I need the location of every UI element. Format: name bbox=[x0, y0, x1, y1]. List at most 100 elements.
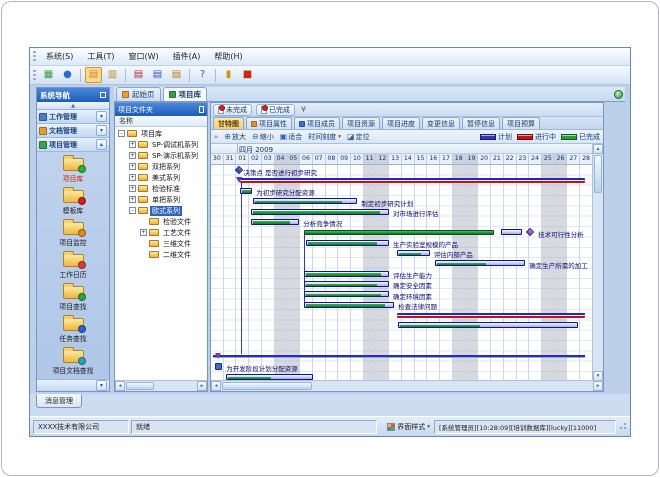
sidebar-section-document[interactable]: 文档管理▾ bbox=[37, 124, 109, 138]
gantt-vscrollbar[interactable]: ▴ ▾ bbox=[592, 144, 603, 381]
gantt-summary-thin-bar[interactable] bbox=[213, 355, 585, 358]
gantt-active-bar[interactable] bbox=[397, 313, 585, 318]
sidebar-bottom-bar[interactable]: ▾ bbox=[37, 379, 109, 391]
tree-item-9[interactable]: 检验文件 bbox=[115, 216, 207, 227]
sidebar-item-project-search[interactable]: 项目查找 bbox=[37, 283, 109, 315]
chevron-up-icon[interactable]: ▴ bbox=[96, 139, 107, 150]
collapse-icon[interactable]: - bbox=[118, 130, 125, 137]
sidebar-item-project-doc-search[interactable]: 项目文档查找 bbox=[37, 347, 109, 379]
tree-item-8[interactable]: -欧式系列 bbox=[115, 205, 207, 216]
tree-column-header[interactable]: 名称 bbox=[115, 116, 207, 127]
gantt-hscroll-thumb[interactable] bbox=[222, 382, 312, 390]
tree-item-1[interactable]: -项目库 bbox=[115, 128, 207, 139]
report-user-icon[interactable]: ▤ bbox=[149, 67, 166, 83]
exit-icon[interactable]: ■ bbox=[239, 67, 256, 83]
gantt-task-bar[interactable] bbox=[435, 260, 525, 266]
lock-icon[interactable]: ▮ bbox=[220, 67, 237, 83]
folder-network-icon[interactable]: ▥ bbox=[104, 67, 121, 83]
tab-scroll-icon[interactable] bbox=[614, 90, 623, 99]
tree-item-11[interactable]: 三维文件 bbox=[115, 238, 207, 249]
scroll-left-icon[interactable]: ◂ bbox=[115, 381, 125, 391]
report-time-icon[interactable]: ▤ bbox=[168, 67, 185, 83]
expand-icon[interactable]: + bbox=[129, 163, 136, 170]
tab-project-library[interactable]: 项目库 bbox=[163, 87, 208, 101]
chevron-down-icon[interactable]: ▾ bbox=[96, 380, 107, 391]
gantt-task-bar[interactable] bbox=[306, 240, 389, 246]
sidebar-item-project-library[interactable]: 项目库 bbox=[37, 155, 109, 187]
chevron-down-icon[interactable]: ▾ bbox=[96, 111, 107, 122]
gantt-tab-4[interactable]: 项目资源 bbox=[342, 117, 380, 129]
menu-item-5[interactable]: 帮助(H) bbox=[207, 49, 249, 64]
gantt-tab-1[interactable]: 甘特图 bbox=[213, 117, 244, 129]
fit-button[interactable]: ▣适合 bbox=[277, 131, 306, 143]
gantt-summary-bar[interactable] bbox=[304, 230, 494, 235]
gantt-tab-6[interactable]: 变更信息 bbox=[422, 117, 460, 129]
sidebar-scroll-up[interactable]: ▲ bbox=[37, 102, 109, 110]
scroll-up-icon[interactable]: ▴ bbox=[593, 144, 603, 154]
gantt-tab-2[interactable]: 项目属性 bbox=[246, 117, 292, 129]
gantt-tab-8[interactable]: 项目预算 bbox=[502, 117, 540, 129]
tree-hscroll-thumb[interactable] bbox=[126, 382, 154, 390]
gantt-task-bar[interactable] bbox=[251, 209, 389, 215]
help-icon[interactable]: ? bbox=[194, 67, 211, 83]
scroll-right-icon[interactable]: ▸ bbox=[197, 381, 207, 391]
modules-icon[interactable]: ▦ bbox=[40, 67, 57, 83]
report-icon[interactable]: ▤ bbox=[130, 67, 147, 83]
tree-item-10[interactable]: +工艺文件 bbox=[115, 227, 207, 238]
gantt-tab-3[interactable]: 项目成员 bbox=[294, 117, 340, 129]
tab-message-management[interactable]: 消息管理 bbox=[36, 394, 82, 408]
tree-item-12[interactable]: 二维文件 bbox=[115, 249, 207, 260]
expand-icon[interactable]: + bbox=[129, 174, 136, 181]
unfinished-filter-button[interactable]: 未完成 bbox=[213, 104, 252, 116]
pin-icon[interactable] bbox=[199, 106, 204, 113]
sidebar-item-template-library[interactable]: 模板库 bbox=[37, 187, 109, 219]
gantt-task-bar[interactable] bbox=[253, 198, 357, 204]
gantt-tab-5[interactable]: 项目进度 bbox=[382, 117, 420, 129]
tree-item-2[interactable]: +SP-调试机系列 bbox=[115, 139, 207, 150]
expand-icon[interactable]: + bbox=[140, 229, 147, 236]
gantt-task-bar[interactable] bbox=[304, 271, 389, 277]
scroll-left-icon[interactable]: ◂ bbox=[211, 381, 221, 391]
menu-item-2[interactable]: 工具(T) bbox=[80, 49, 121, 64]
gantt-task-bar[interactable] bbox=[304, 281, 389, 287]
resize-grip[interactable] bbox=[618, 422, 627, 431]
gantt-hscrollbar[interactable]: ◂ ▸ bbox=[211, 380, 603, 391]
tab-start-page[interactable]: 起始页 bbox=[116, 87, 161, 101]
folder-open-icon[interactable]: ▤ bbox=[85, 67, 102, 83]
tree-item-5[interactable]: +美式系列 bbox=[115, 172, 207, 183]
locate-button[interactable]: ◪定位 bbox=[344, 131, 373, 143]
gantt-tab-7[interactable]: 暂停信息 bbox=[462, 117, 500, 129]
tree-item-3[interactable]: +SP-演示机系列 bbox=[115, 150, 207, 161]
gantt-active-bar[interactable] bbox=[240, 178, 585, 183]
expand-icon[interactable]: + bbox=[129, 141, 136, 148]
expand-icon[interactable]: + bbox=[129, 196, 136, 203]
task-icon[interactable] bbox=[215, 363, 222, 370]
menu-item-1[interactable]: 系统(S) bbox=[39, 49, 80, 64]
sidebar-section-work[interactable]: 工作管理▾ bbox=[37, 110, 109, 124]
zoom-in-button[interactable]: ⊕放大 bbox=[221, 131, 249, 143]
menu-item-4[interactable]: 插件(A) bbox=[166, 49, 208, 64]
tree-item-7[interactable]: +单把系列 bbox=[115, 194, 207, 205]
collapse-icon[interactable] bbox=[100, 92, 106, 98]
gantt-task-bar[interactable] bbox=[304, 302, 394, 308]
filter-extra-icon[interactable]: ¥ bbox=[301, 105, 306, 114]
gantt-task-bar[interactable] bbox=[240, 188, 252, 194]
overflow-chevron-icon[interactable]: » bbox=[214, 133, 218, 141]
tree-item-4[interactable]: +双把系列 bbox=[115, 161, 207, 172]
gantt-task-bar[interactable] bbox=[304, 291, 389, 297]
sidebar-section-project[interactable]: 项目管理▴ bbox=[37, 138, 109, 152]
gantt-task-bar[interactable] bbox=[501, 229, 521, 235]
tree-hscrollbar[interactable]: ◂ ▸ bbox=[115, 380, 207, 391]
expand-icon[interactable]: + bbox=[129, 152, 136, 159]
zoom-out-button[interactable]: ⊖缩小 bbox=[249, 131, 277, 143]
gantt-task-bar[interactable] bbox=[398, 322, 577, 328]
expand-icon[interactable]: + bbox=[129, 185, 136, 192]
sidebar-item-work-calendar[interactable]: 工作日历 bbox=[37, 251, 109, 283]
sidebar-item-task-search[interactable]: 任务查找 bbox=[37, 315, 109, 347]
gantt-vscroll-thumb[interactable] bbox=[594, 155, 602, 193]
timescale-button[interactable]: 时间刻度▾ bbox=[305, 131, 344, 143]
scroll-right-icon[interactable]: ▸ bbox=[593, 381, 603, 391]
menu-item-3[interactable]: 窗口(W) bbox=[121, 49, 165, 64]
tree-item-6[interactable]: +检验标准 bbox=[115, 183, 207, 194]
sidebar-item-project-monitor[interactable]: 项目监控 bbox=[37, 219, 109, 251]
